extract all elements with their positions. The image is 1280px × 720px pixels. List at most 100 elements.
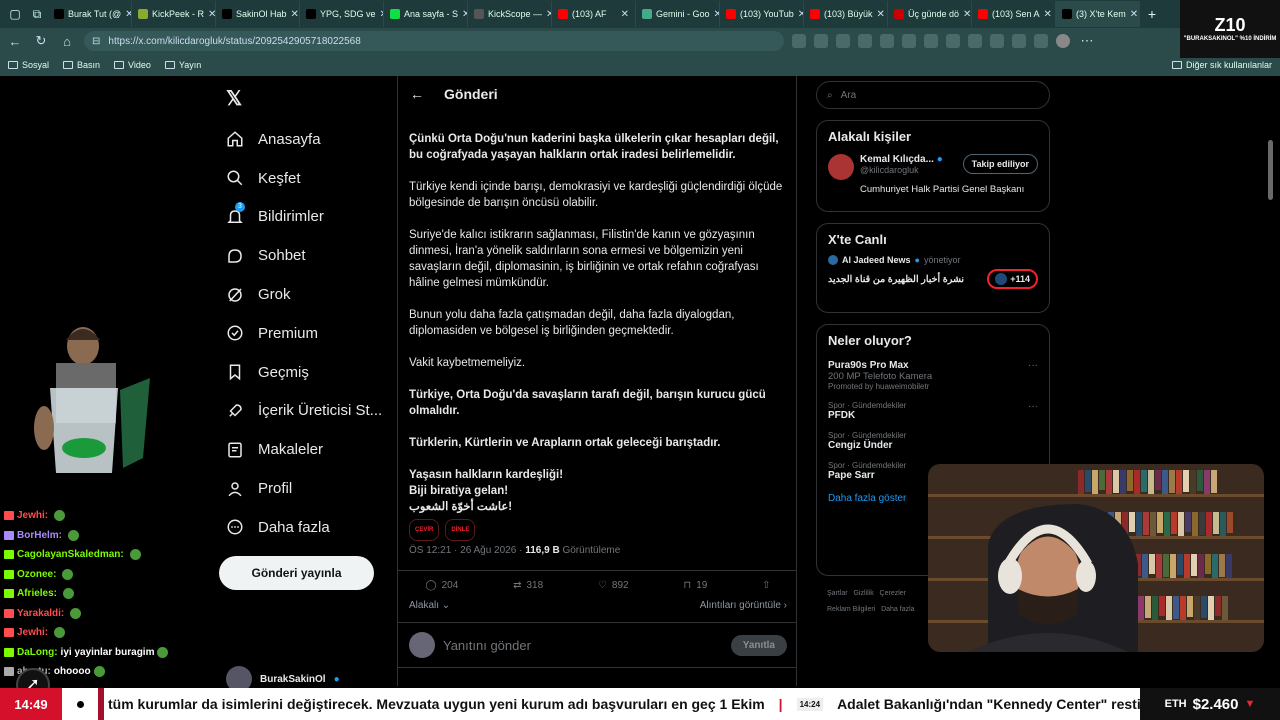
x-logo-icon[interactable]: 𝕏	[226, 86, 242, 111]
chat-username[interactable]: Yarakaldi:	[17, 608, 64, 619]
post-button[interactable]: Gönderi yayınla	[219, 556, 374, 590]
chat-username[interactable]: Ozonee:	[17, 569, 56, 580]
browser-tab[interactable]: Üç günde dö ✕	[888, 1, 972, 27]
nav-item-profile[interactable]: Profil	[226, 469, 382, 508]
bookmark-folder[interactable]: Sosyal	[8, 60, 49, 70]
following-button[interactable]: Takip ediliyor	[962, 154, 1038, 174]
person-row[interactable]: Kemal Kılıçda... ● @kilicdarogluk Takip …	[817, 152, 1049, 182]
home-icon[interactable]: ⌂	[58, 34, 76, 49]
close-icon[interactable]: ✕	[291, 9, 299, 20]
back-arrow-icon[interactable]: ←	[410, 86, 424, 102]
nav-item-bookmarks[interactable]: Geçmiş	[226, 353, 382, 392]
reply-input[interactable]: Yanıtını gönder	[443, 638, 723, 653]
reply-action[interactable]: ◯ 204	[425, 580, 458, 591]
trend-item[interactable]: Spor · Gündemdekiler Cengiz Ünder	[817, 427, 1049, 457]
chat-username[interactable]: BorHelm:	[17, 530, 62, 541]
other-bookmarks[interactable]: Diğer sık kullanılanlar	[1171, 60, 1272, 70]
browser-tab[interactable]: YPG, SDG ve✕	[300, 1, 384, 27]
extension-icon[interactable]	[902, 34, 916, 48]
trend-item[interactable]: Spor · Gündemdekiler PFDK ···	[817, 397, 1049, 427]
bookmark-folder[interactable]: Basın	[63, 60, 100, 70]
extension-icon[interactable]	[946, 34, 960, 48]
chat-message: CagolayanSkaledman:	[4, 545, 194, 565]
extension-icon[interactable]	[880, 34, 894, 48]
view-quotes-link[interactable]: Alıntıları görüntüle ›	[700, 600, 787, 611]
more-options-icon[interactable]: ···	[1028, 401, 1038, 412]
nav-item-home[interactable]: Anasayfa	[226, 120, 382, 159]
nav-item-grok[interactable]: Grok	[226, 275, 382, 314]
close-icon[interactable]: ✕	[877, 9, 885, 20]
trend-item[interactable]: Pura90s Pro Max 200 MP Telefoto Kamera Pro…	[817, 356, 1049, 397]
search-input[interactable]: ⌕ Ara	[816, 81, 1050, 109]
nav-item-chat[interactable]: Sohbet	[226, 236, 382, 275]
browser-tab[interactable]: (103) YouTub✕	[720, 1, 804, 27]
nav-item-more[interactable]: Daha fazla	[226, 508, 382, 547]
tab-menu-icon[interactable]: ▢	[4, 3, 26, 25]
nav-item-explore[interactable]: Keşfet	[226, 159, 382, 198]
menu-icon[interactable]: ⋯	[1078, 33, 1096, 49]
browser-tab[interactable]: (103) Sen A ✕	[972, 1, 1056, 27]
browser-tab[interactable]: Burak Tut (@✕	[48, 1, 132, 27]
new-tab-button[interactable]: +	[1140, 6, 1164, 22]
nav-item-notifications[interactable]: 3 Bildirimler	[226, 198, 382, 237]
closing-line: Biji biratiya gelan!	[409, 485, 509, 497]
post-text: Çünkü Orta Doğu'nun kaderini başka ülkel…	[409, 131, 789, 541]
close-icon[interactable]: ✕	[1130, 9, 1138, 20]
profile-avatar[interactable]	[1056, 34, 1070, 48]
extension-icon[interactable]	[1012, 34, 1026, 48]
bookmark-folder[interactable]: Yayın	[164, 60, 201, 70]
extension-icon[interactable]	[990, 34, 1004, 48]
browser-tab[interactable]: Ana sayfa - S✕	[384, 1, 468, 27]
close-icon[interactable]: ✕	[963, 9, 971, 20]
extension-icon[interactable]	[858, 34, 872, 48]
browser-tab[interactable]: SakinOl Hab ✕	[216, 1, 300, 27]
nav-item-premium[interactable]: Premium	[226, 314, 382, 353]
live-show[interactable]: نشرة أخبار الظهيرة من قناة الجديد +114	[817, 265, 1049, 293]
favicon-icon	[54, 9, 64, 19]
extension-icon[interactable]	[968, 34, 982, 48]
browser-tab[interactable]: (103) Büyük ✕	[804, 1, 888, 27]
folder-icon	[114, 61, 125, 69]
listen-button[interactable]: DİNLE	[445, 519, 476, 541]
close-icon[interactable]: ✕	[621, 9, 629, 20]
more-options-icon[interactable]: ···	[1028, 360, 1038, 371]
bookmark-action[interactable]: ⊓ 19	[683, 580, 707, 591]
related-dropdown[interactable]: Alakalı ⌄	[409, 600, 450, 611]
browser-tab[interactable]: (3) X'te Kem ✕	[1056, 1, 1140, 27]
bookmark-folder[interactable]: Video	[114, 60, 151, 70]
extension-icon[interactable]	[1034, 34, 1048, 48]
close-icon[interactable]: ✕	[125, 9, 131, 20]
share-action[interactable]: ⇧	[762, 580, 770, 591]
home-icon	[227, 131, 243, 147]
site-info-icon[interactable]: ⊟	[92, 36, 100, 47]
extension-icon[interactable]	[792, 34, 806, 48]
chat-username[interactable]: Afrieles:	[17, 588, 57, 599]
reply-button[interactable]: Yanıtla	[730, 634, 787, 656]
tab-overview-icon[interactable]: ⧉	[26, 3, 48, 25]
page-scrollbar[interactable]	[1268, 140, 1273, 200]
browser-tab[interactable]: (103) AF ✕	[552, 1, 636, 27]
notification-badge: 3	[235, 201, 245, 212]
chat-username[interactable]: Jewhi:	[17, 510, 48, 521]
reload-icon[interactable]: ↻	[32, 33, 50, 49]
live-channel[interactable]: Al Jadeed News ● yönetiyor	[817, 255, 1049, 265]
extension-icon[interactable]	[814, 34, 828, 48]
close-icon[interactable]: ✕	[208, 9, 215, 20]
nav-item-creator-studio[interactable]: İçerik Üreticisi St...	[226, 392, 382, 431]
address-bar[interactable]: ⊟ https://x.com/kilicdarogluk/status/209…	[84, 31, 784, 51]
browser-tab[interactable]: KickScope —✕	[468, 1, 552, 27]
chat-username[interactable]: CagolayanSkaledman:	[17, 549, 124, 560]
chat-username[interactable]: DaLong:	[17, 647, 58, 658]
close-icon[interactable]: ✕	[1044, 9, 1052, 20]
like-action[interactable]: ♡ 892	[598, 580, 629, 591]
translate-button[interactable]: ÇEVİR	[409, 519, 440, 541]
extension-icon[interactable]	[924, 34, 938, 48]
browser-tab[interactable]: KickPeek - R ✕	[132, 1, 216, 27]
nav-item-articles[interactable]: Makaleler	[226, 430, 382, 469]
favicon-icon	[726, 9, 736, 19]
back-icon[interactable]: ←	[6, 34, 24, 49]
chat-username[interactable]: Jewhi:	[17, 627, 48, 638]
repost-action[interactable]: ⇄ 318	[513, 580, 543, 591]
extension-icon[interactable]	[836, 34, 850, 48]
browser-tab[interactable]: Gemini - Goo✕	[636, 1, 720, 27]
